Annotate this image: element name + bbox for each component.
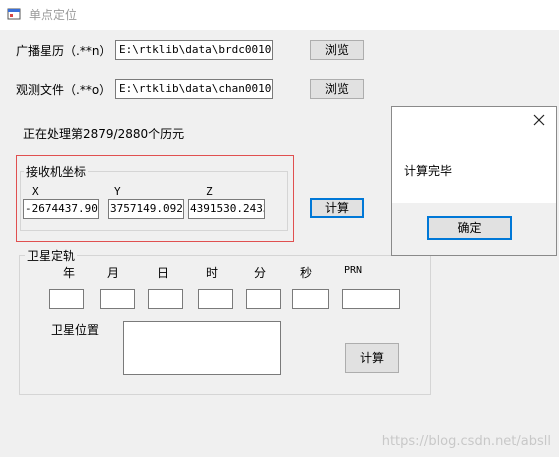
receiver-group-title: 接收机坐标: [24, 163, 89, 180]
year-label: 年: [63, 266, 76, 280]
satellite-position-output[interactable]: [123, 321, 281, 375]
receiver-z-field[interactable]: 4391530.2433: [188, 199, 265, 219]
month-input[interactable]: [100, 289, 135, 309]
close-icon[interactable]: [532, 113, 546, 127]
browse-observation-button[interactable]: 浏览: [310, 79, 364, 99]
observation-path-input[interactable]: E:\rtklib\data\chan0010.2:: [115, 79, 273, 99]
x-label: X: [32, 185, 39, 198]
compute-orbit-button[interactable]: 计算: [345, 343, 399, 373]
ephemeris-label: 广播星历（.**n）: [16, 44, 112, 58]
minute-input[interactable]: [246, 289, 281, 309]
processing-status: 正在处理第2879/2880个历元: [23, 127, 185, 141]
window-title: 单点定位: [29, 8, 78, 22]
hour-label: 时: [206, 266, 219, 280]
z-label: Z: [206, 185, 213, 198]
day-label: 日: [157, 266, 170, 280]
ephemeris-path-input[interactable]: E:\rtklib\data\brdc0010.2:: [115, 40, 273, 60]
app-icon: [7, 7, 21, 21]
browse-ephemeris-button[interactable]: 浏览: [310, 40, 364, 60]
receiver-x-field[interactable]: -2674437.900: [23, 199, 99, 219]
prn-label: PRN: [344, 265, 363, 276]
compute-position-button[interactable]: 计算: [310, 198, 364, 218]
day-input[interactable]: [148, 289, 183, 309]
orbit-group-title: 卫星定轨: [25, 247, 78, 264]
hour-input[interactable]: [198, 289, 233, 309]
second-input[interactable]: [292, 289, 329, 309]
message-dialog: 计算完毕 确定: [391, 106, 557, 256]
satellite-position-label: 卫星位置: [51, 323, 100, 337]
observation-label: 观测文件（.**o）: [16, 83, 112, 97]
dialog-ok-button[interactable]: 确定: [427, 216, 512, 240]
title-bar: 单点定位: [0, 0, 559, 30]
minute-label: 分: [254, 266, 267, 280]
second-label: 秒: [300, 266, 313, 280]
dialog-footer: 确定: [392, 203, 556, 255]
dialog-message: 计算完毕: [404, 164, 453, 178]
receiver-y-field[interactable]: 3757149.0920: [108, 199, 184, 219]
year-input[interactable]: [49, 289, 84, 309]
month-label: 月: [107, 266, 120, 280]
y-label: Y: [114, 185, 121, 198]
watermark: https://blog.csdn.net/absll: [381, 434, 551, 449]
prn-input[interactable]: [342, 289, 400, 309]
